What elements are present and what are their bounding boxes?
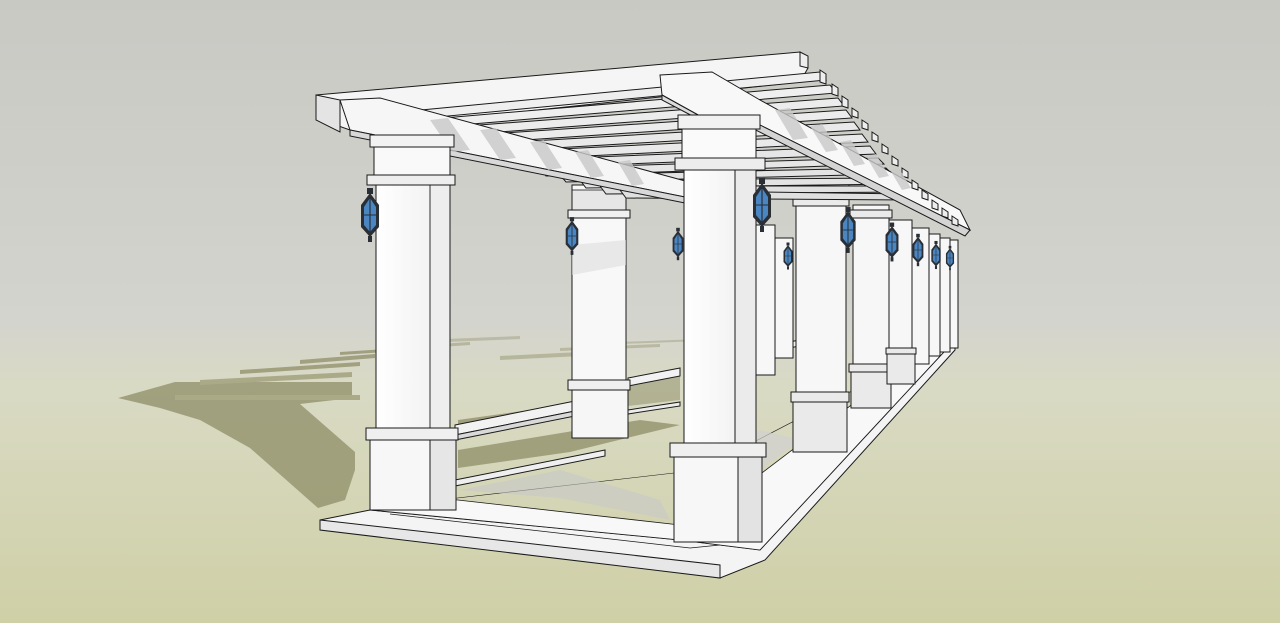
front-column-right (669, 114, 767, 543)
front-column-left (365, 134, 459, 511)
pergola-scene (0, 0, 1280, 623)
scene-canvas (0, 0, 1280, 623)
back-column-2 (567, 184, 631, 439)
